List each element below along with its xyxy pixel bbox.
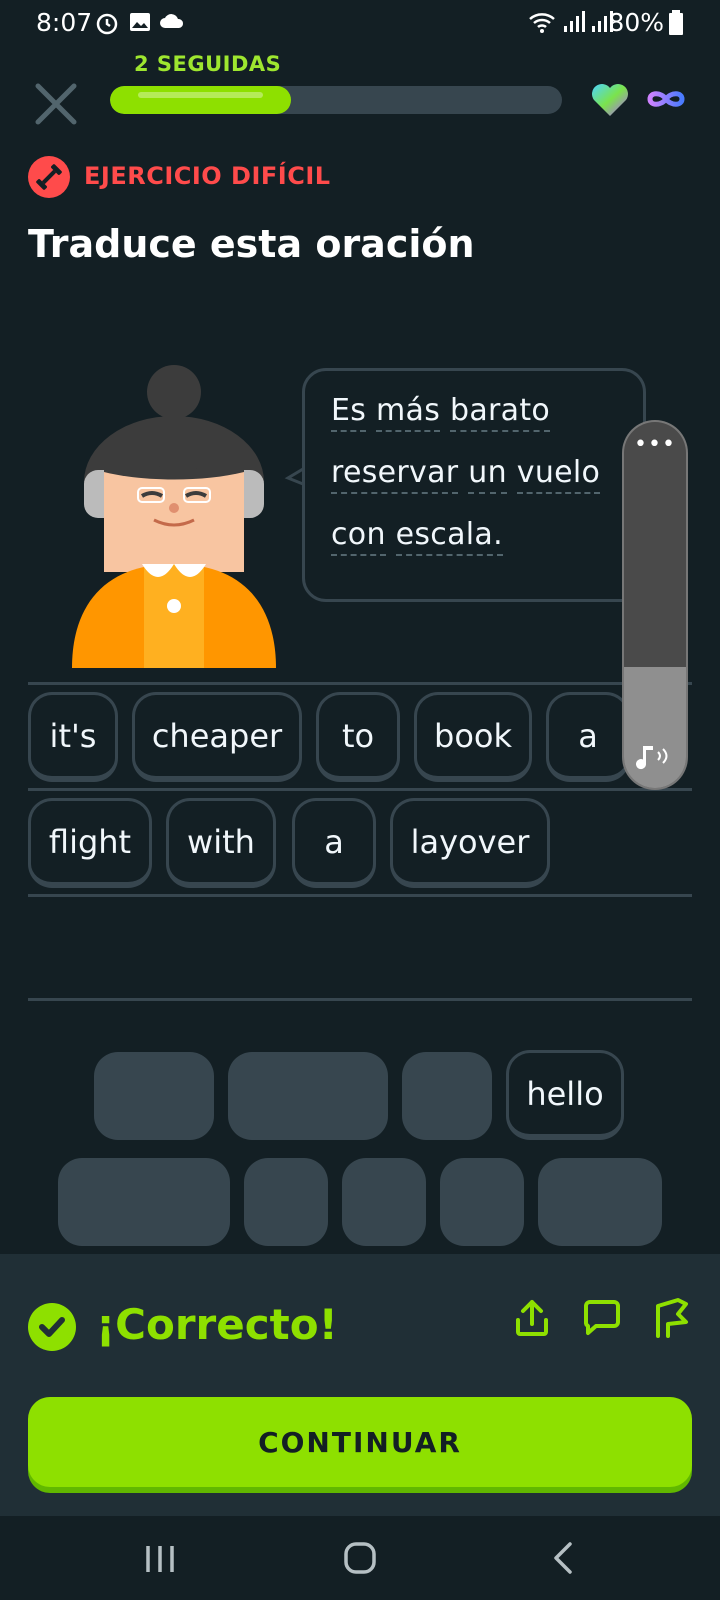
word-bank-slot <box>342 1158 426 1246</box>
answer-chip[interactable]: with <box>166 798 276 888</box>
comment-icon[interactable] <box>580 1296 624 1340</box>
word-bank-slot <box>228 1052 388 1140</box>
alarm-icon <box>96 13 118 35</box>
word-bank-slot <box>538 1158 662 1246</box>
report-flag-icon[interactable] <box>650 1296 694 1340</box>
prompt-word[interactable]: Es <box>331 393 367 432</box>
prompt-line-2: reservar un vuelo <box>331 455 601 494</box>
music-note-icon <box>636 746 668 770</box>
page-title: Traduce esta oración <box>28 222 475 266</box>
prompt-line-1: Es más barato <box>331 393 551 432</box>
word-bank-slot <box>244 1158 328 1246</box>
volume-more-options[interactable]: ••• <box>624 434 686 456</box>
status-time: 8:07 <box>36 8 93 37</box>
progress-bar <box>110 86 562 114</box>
word-bank-slot <box>402 1052 492 1140</box>
word-bank-chip[interactable]: hello <box>506 1050 624 1140</box>
exercise-badge: EJERCICIO DIFÍCIL <box>84 162 331 190</box>
prompt-word[interactable]: escala. <box>395 517 503 556</box>
word-bank-slot <box>94 1052 214 1140</box>
answer-chip[interactable]: book <box>414 692 532 782</box>
back-icon[interactable] <box>540 1536 588 1580</box>
continue-button[interactable]: CONTINUAR <box>28 1397 692 1487</box>
cloud-icon <box>160 14 184 28</box>
gallery-icon <box>130 13 150 31</box>
answer-chip[interactable]: flight <box>28 798 152 888</box>
answer-chip[interactable]: a <box>546 692 630 782</box>
answer-chip[interactable]: it's <box>28 692 118 782</box>
correct-message: ¡Correcto! <box>96 1300 338 1349</box>
volume-slider[interactable]: ••• <box>624 422 686 788</box>
signal-icon <box>564 11 585 32</box>
prompt-word[interactable]: un <box>468 455 507 494</box>
prompt-word[interactable]: reservar <box>331 455 459 494</box>
infinity-icon[interactable] <box>644 84 688 114</box>
answer-line <box>28 682 692 685</box>
close-button[interactable] <box>30 78 82 130</box>
prompt-word[interactable]: barato <box>450 393 551 432</box>
answer-chip[interactable]: a <box>292 798 376 888</box>
check-icon <box>28 1303 76 1351</box>
answer-chip[interactable]: cheaper <box>132 692 302 782</box>
prompt-line-3: con escala. <box>331 517 503 556</box>
prompt-word[interactable]: vuelo <box>516 455 601 494</box>
answer-line <box>28 788 692 791</box>
dumbbell-icon <box>28 156 70 198</box>
wifi-icon <box>529 13 555 33</box>
heart-icon[interactable] <box>590 82 630 118</box>
word-bank-slot <box>58 1158 230 1246</box>
battery-percent: 80% <box>608 8 664 37</box>
home-icon[interactable] <box>336 1536 384 1580</box>
battery-icon <box>669 10 683 35</box>
answer-chip[interactable]: to <box>316 692 400 782</box>
answer-chip[interactable]: layover <box>390 798 550 888</box>
speech-bubble[interactable]: Es más barato reservar un vuelo con esca… <box>302 368 646 602</box>
word-bank-slot <box>440 1158 524 1246</box>
recent-apps-icon[interactable] <box>136 1536 184 1580</box>
character-illustration <box>50 365 300 682</box>
streak-label: 2 SEGUIDAS <box>134 52 282 76</box>
prompt-word[interactable]: más <box>376 393 441 432</box>
answer-line <box>28 894 692 897</box>
share-icon[interactable] <box>510 1296 554 1340</box>
answer-line <box>28 998 692 1001</box>
status-bar: 8:07 80% <box>0 0 720 46</box>
prompt-word[interactable]: con <box>331 517 386 556</box>
progress-fill <box>110 86 291 114</box>
